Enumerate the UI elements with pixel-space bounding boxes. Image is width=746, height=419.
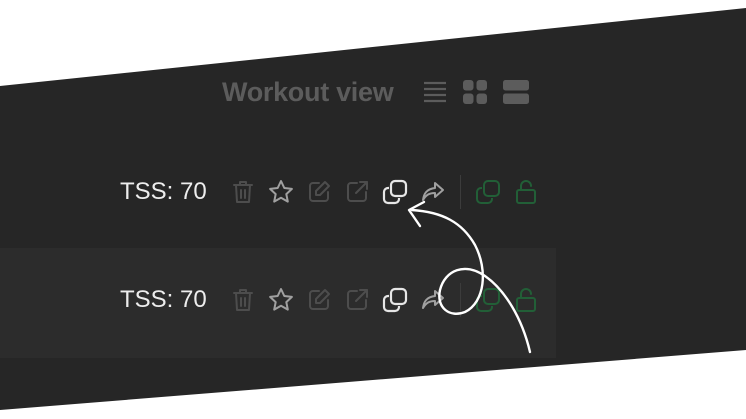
- trash-icon[interactable]: [224, 285, 262, 315]
- share-icon[interactable]: [414, 285, 452, 315]
- view-toggle-group: [423, 80, 530, 104]
- open-external-icon[interactable]: [338, 285, 376, 315]
- trash-icon[interactable]: [224, 177, 262, 207]
- share-icon[interactable]: [414, 177, 452, 207]
- divider: [460, 283, 461, 317]
- lock-icon[interactable]: [507, 177, 545, 207]
- star-icon[interactable]: [262, 285, 300, 315]
- copy-locked-icon[interactable]: [469, 177, 507, 207]
- star-icon[interactable]: [262, 177, 300, 207]
- copy-icon[interactable]: [376, 285, 414, 315]
- list-view-icon[interactable]: [423, 81, 447, 103]
- copy-icon[interactable]: [376, 177, 414, 207]
- tss-label: TSS: 70: [120, 178, 207, 205]
- tss-label: TSS: 70: [120, 286, 207, 313]
- open-external-icon[interactable]: [338, 177, 376, 207]
- workout-row: TSS: 70: [120, 172, 545, 212]
- row-actions: [224, 175, 545, 209]
- lock-icon[interactable]: [507, 285, 545, 315]
- row-actions: [224, 283, 545, 317]
- edit-icon[interactable]: [300, 177, 338, 207]
- workout-row: TSS: 70: [120, 280, 545, 320]
- rows-view-icon[interactable]: [503, 80, 530, 104]
- grid-view-icon[interactable]: [463, 80, 488, 104]
- divider: [460, 175, 461, 209]
- copy-locked-icon[interactable]: [469, 285, 507, 315]
- edit-icon[interactable]: [300, 285, 338, 315]
- page-title: Workout view: [222, 76, 394, 107]
- workout-view-header: Workout view: [222, 72, 530, 112]
